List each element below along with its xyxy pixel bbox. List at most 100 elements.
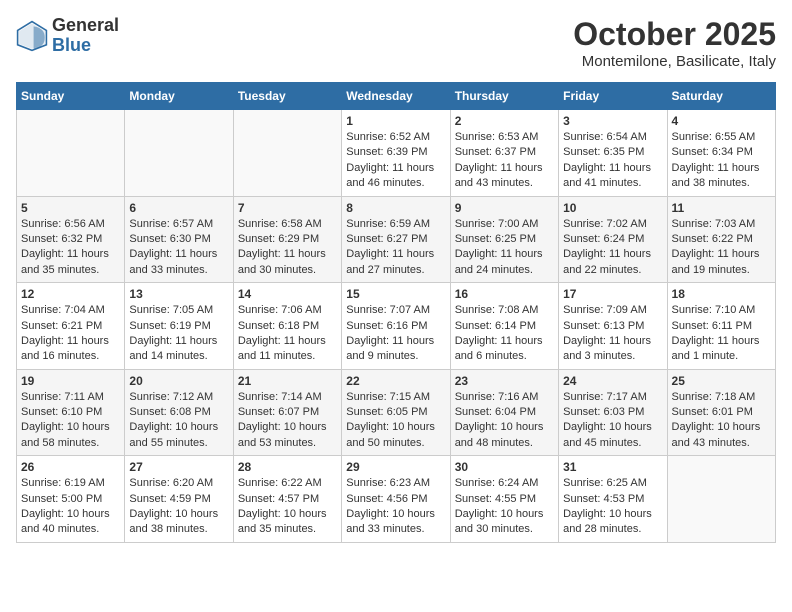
day-number: 22 — [346, 374, 445, 388]
weekday-header-tuesday: Tuesday — [233, 83, 341, 110]
day-info: Sunrise: 7:16 AMSunset: 6:04 PMDaylight:… — [455, 390, 554, 452]
day-number: 30 — [455, 460, 554, 474]
day-cell: 2 Sunrise: 6:53 AMSunset: 6:37 PMDaylight… — [450, 110, 558, 197]
day-cell: 1 Sunrise: 6:52 AMSunset: 6:39 PMDaylight… — [342, 110, 450, 197]
month-title: October 2025 — [573, 16, 776, 53]
title-block: October 2025 Montemilone, Basilicate, It… — [573, 16, 776, 70]
calendar-table: SundayMondayTuesdayWednesdayThursdayFrid… — [16, 82, 776, 543]
day-cell: 4 Sunrise: 6:55 AMSunset: 6:34 PMDaylight… — [667, 110, 775, 197]
day-info: Sunrise: 7:07 AMSunset: 6:16 PMDaylight:… — [346, 303, 445, 365]
day-cell: 19Sunrise: 7:11 AMSunset: 6:10 PMDayligh… — [17, 369, 125, 456]
day-cell: 5Sunrise: 6:56 AMSunset: 6:32 PMDaylight… — [17, 196, 125, 283]
day-cell: 30Sunrise: 6:24 AMSunset: 4:55 PMDayligh… — [450, 456, 558, 543]
day-number: 7 — [238, 201, 337, 215]
header-row: SundayMondayTuesdayWednesdayThursdayFrid… — [17, 83, 776, 110]
day-info: Sunrise: 7:17 AMSunset: 6:03 PMDaylight:… — [563, 390, 662, 452]
day-cell: 9Sunrise: 7:00 AMSunset: 6:25 PMDaylight… — [450, 196, 558, 283]
day-cell: 21 Sunrise: 7:14 AMSunset: 6:07 PMDayligh… — [233, 369, 341, 456]
day-info: Sunrise: 6:59 AMSunset: 6:27 PMDaylight:… — [346, 217, 445, 279]
week-row-5: 26Sunrise: 6:19 AMSunset: 5:00 PMDayligh… — [17, 456, 776, 543]
day-cell: 24 Sunrise: 7:17 AMSunset: 6:03 PMDayligh… — [559, 369, 667, 456]
day-info: Sunrise: 7:10 AMSunset: 6:11 PMDaylight:… — [672, 303, 771, 365]
day-number: 8 — [346, 201, 445, 215]
day-number: 19 — [21, 374, 120, 388]
day-number: 12 — [21, 287, 120, 301]
day-cell: 18 Sunrise: 7:10 AMSunset: 6:11 PMDayligh… — [667, 283, 775, 370]
day-number: 3 — [563, 114, 662, 128]
day-info: Sunrise: 6:22 AMSunset: 4:57 PMDaylight:… — [238, 476, 337, 538]
day-cell: 3 Sunrise: 6:54 AMSunset: 6:35 PMDaylight… — [559, 110, 667, 197]
day-cell: 27Sunrise: 6:20 AMSunset: 4:59 PMDayligh… — [125, 456, 233, 543]
day-cell — [667, 456, 775, 543]
day-info: Sunrise: 7:02 AMSunset: 6:24 PMDaylight:… — [563, 217, 662, 279]
day-info: Sunrise: 6:23 AMSunset: 4:56 PMDaylight:… — [346, 476, 445, 538]
day-info: Sunrise: 6:53 AMSunset: 6:37 PMDaylight:… — [455, 130, 554, 192]
weekday-header-thursday: Thursday — [450, 83, 558, 110]
day-info: Sunrise: 7:09 AMSunset: 6:13 PMDaylight:… — [563, 303, 662, 365]
day-cell: 23 Sunrise: 7:16 AMSunset: 6:04 PMDayligh… — [450, 369, 558, 456]
day-cell: 16 Sunrise: 7:08 AMSunset: 6:14 PMDayligh… — [450, 283, 558, 370]
day-cell: 11 Sunrise: 7:03 AMSunset: 6:22 PMDayligh… — [667, 196, 775, 283]
day-info: Sunrise: 6:25 AMSunset: 4:53 PMDaylight:… — [563, 476, 662, 538]
day-number: 23 — [455, 374, 554, 388]
week-row-1: 1 Sunrise: 6:52 AMSunset: 6:39 PMDaylight… — [17, 110, 776, 197]
day-number: 2 — [455, 114, 554, 128]
day-number: 21 — [238, 374, 337, 388]
week-row-2: 5Sunrise: 6:56 AMSunset: 6:32 PMDaylight… — [17, 196, 776, 283]
day-info: Sunrise: 7:12 AMSunset: 6:08 PMDaylight:… — [129, 390, 228, 452]
day-number: 15 — [346, 287, 445, 301]
day-cell: 29 Sunrise: 6:23 AMSunset: 4:56 PMDayligh… — [342, 456, 450, 543]
day-cell: 12 Sunrise: 7:04 AMSunset: 6:21 PMDayligh… — [17, 283, 125, 370]
day-info: Sunrise: 7:05 AMSunset: 6:19 PMDaylight:… — [129, 303, 228, 365]
location-subtitle: Montemilone, Basilicate, Italy — [573, 53, 776, 70]
day-number: 16 — [455, 287, 554, 301]
day-cell: 31Sunrise: 6:25 AMSunset: 4:53 PMDayligh… — [559, 456, 667, 543]
day-cell: 22Sunrise: 7:15 AMSunset: 6:05 PMDayligh… — [342, 369, 450, 456]
week-row-3: 12 Sunrise: 7:04 AMSunset: 6:21 PMDayligh… — [17, 283, 776, 370]
weekday-header-saturday: Saturday — [667, 83, 775, 110]
day-info: Sunrise: 6:52 AMSunset: 6:39 PMDaylight:… — [346, 130, 445, 192]
day-info: Sunrise: 7:14 AMSunset: 6:07 PMDaylight:… — [238, 390, 337, 452]
day-number: 11 — [672, 201, 771, 215]
day-cell: 6Sunrise: 6:57 AMSunset: 6:30 PMDaylight… — [125, 196, 233, 283]
week-row-4: 19Sunrise: 7:11 AMSunset: 6:10 PMDayligh… — [17, 369, 776, 456]
day-number: 28 — [238, 460, 337, 474]
logo-icon — [16, 20, 48, 52]
day-info: Sunrise: 6:56 AMSunset: 6:32 PMDaylight:… — [21, 217, 120, 279]
day-number: 13 — [129, 287, 228, 301]
day-cell: 25Sunrise: 7:18 AMSunset: 6:01 PMDayligh… — [667, 369, 775, 456]
day-number: 18 — [672, 287, 771, 301]
day-cell: 26Sunrise: 6:19 AMSunset: 5:00 PMDayligh… — [17, 456, 125, 543]
day-number: 4 — [672, 114, 771, 128]
day-info: Sunrise: 7:03 AMSunset: 6:22 PMDaylight:… — [672, 217, 771, 279]
day-number: 27 — [129, 460, 228, 474]
logo: General Blue — [16, 16, 119, 56]
day-cell: 10 Sunrise: 7:02 AMSunset: 6:24 PMDayligh… — [559, 196, 667, 283]
day-cell: 8 Sunrise: 6:59 AMSunset: 6:27 PMDaylight… — [342, 196, 450, 283]
day-cell: 15 Sunrise: 7:07 AMSunset: 6:16 PMDayligh… — [342, 283, 450, 370]
day-cell: 14 Sunrise: 7:06 AMSunset: 6:18 PMDayligh… — [233, 283, 341, 370]
day-cell: 20Sunrise: 7:12 AMSunset: 6:08 PMDayligh… — [125, 369, 233, 456]
weekday-header-wednesday: Wednesday — [342, 83, 450, 110]
day-cell — [233, 110, 341, 197]
day-info: Sunrise: 7:04 AMSunset: 6:21 PMDaylight:… — [21, 303, 120, 365]
day-number: 9 — [455, 201, 554, 215]
day-info: Sunrise: 6:54 AMSunset: 6:35 PMDaylight:… — [563, 130, 662, 192]
day-cell — [125, 110, 233, 197]
day-number: 1 — [346, 114, 445, 128]
day-info: Sunrise: 7:18 AMSunset: 6:01 PMDaylight:… — [672, 390, 771, 452]
day-cell — [17, 110, 125, 197]
day-info: Sunrise: 7:06 AMSunset: 6:18 PMDaylight:… — [238, 303, 337, 365]
day-cell: 13 Sunrise: 7:05 AMSunset: 6:19 PMDayligh… — [125, 283, 233, 370]
page-header: General Blue October 2025 Montemilone, B… — [16, 16, 776, 70]
day-info: Sunrise: 6:55 AMSunset: 6:34 PMDaylight:… — [672, 130, 771, 192]
day-info: Sunrise: 6:58 AMSunset: 6:29 PMDaylight:… — [238, 217, 337, 279]
weekday-header-sunday: Sunday — [17, 83, 125, 110]
day-number: 26 — [21, 460, 120, 474]
day-number: 24 — [563, 374, 662, 388]
day-number: 10 — [563, 201, 662, 215]
day-info: Sunrise: 7:08 AMSunset: 6:14 PMDaylight:… — [455, 303, 554, 365]
day-number: 17 — [563, 287, 662, 301]
day-number: 14 — [238, 287, 337, 301]
day-number: 29 — [346, 460, 445, 474]
